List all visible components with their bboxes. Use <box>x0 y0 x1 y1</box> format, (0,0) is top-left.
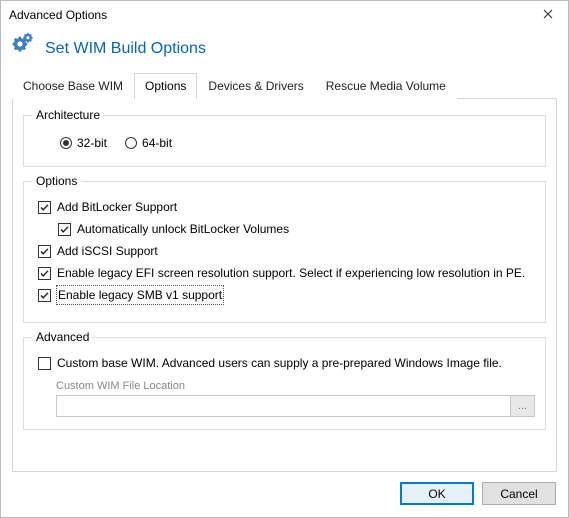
group-label-architecture: Architecture <box>32 108 104 122</box>
group-architecture: Architecture 32-bit 64-bit <box>23 115 546 167</box>
group-label-options: Options <box>32 174 81 188</box>
group-options: Options Add BitLocker Support Automatica… <box>23 181 546 323</box>
window-title: Advanced Options <box>9 8 528 22</box>
ok-button[interactable]: OK <box>400 482 474 505</box>
radio-label: 32-bit <box>77 136 107 150</box>
dialog-window: Advanced Options Set WIM Build Options C… <box>0 0 569 518</box>
checkbox-label: Enable legacy EFI screen resolution supp… <box>57 264 525 282</box>
checkbox-icon <box>38 357 51 370</box>
custom-wim-location-input[interactable] <box>56 395 511 417</box>
checkbox-label: Automatically unlock BitLocker Volumes <box>77 220 289 238</box>
checkbox-custom-base-wim[interactable]: Custom base WIM. Advanced users can supp… <box>34 352 535 374</box>
checkbox-bitlocker[interactable]: Add BitLocker Support <box>34 196 535 218</box>
checkbox-label: Add iSCSI Support <box>57 242 158 260</box>
ellipsis-icon: ... <box>518 400 527 412</box>
checkbox-label: Enable legacy SMB v1 support <box>57 286 223 304</box>
tab-choose-base-wim[interactable]: Choose Base WIM <box>12 73 134 99</box>
dialog-header: Set WIM Build Options <box>1 29 568 72</box>
cancel-button[interactable]: Cancel <box>482 482 556 505</box>
tab-rescue-media-volume[interactable]: Rescue Media Volume <box>315 73 457 99</box>
radio-label: 64-bit <box>142 136 172 150</box>
group-label-advanced: Advanced <box>32 330 93 344</box>
radio-64bit[interactable]: 64-bit <box>125 136 172 150</box>
tab-options[interactable]: Options <box>134 73 197 99</box>
tab-devices-drivers[interactable]: Devices & Drivers <box>197 73 314 99</box>
checkbox-legacy-smb[interactable]: Enable legacy SMB v1 support <box>34 284 535 306</box>
architecture-radio-row: 32-bit 64-bit <box>34 130 535 156</box>
radio-32bit[interactable]: 32-bit <box>60 136 107 150</box>
checkbox-icon <box>38 289 51 302</box>
checkbox-legacy-efi[interactable]: Enable legacy EFI screen resolution supp… <box>34 262 535 284</box>
close-button[interactable] <box>528 1 568 29</box>
checkbox-icon <box>58 223 71 236</box>
close-icon <box>543 8 553 22</box>
dialog-heading: Set WIM Build Options <box>45 40 206 58</box>
browse-button[interactable]: ... <box>511 395 535 417</box>
custom-wim-location-label: Custom WIM File Location <box>34 374 535 395</box>
checkbox-icon <box>38 201 51 214</box>
gears-icon <box>11 33 37 64</box>
dialog-footer: OK Cancel <box>1 472 568 517</box>
titlebar: Advanced Options <box>1 1 568 29</box>
radio-icon <box>60 137 72 149</box>
group-advanced: Advanced Custom base WIM. Advanced users… <box>23 337 546 430</box>
checkbox-label: Custom base WIM. Advanced users can supp… <box>57 354 502 372</box>
tab-panel-options: Architecture 32-bit 64-bit Options Add B… <box>12 99 557 472</box>
checkbox-label: Add BitLocker Support <box>57 198 177 216</box>
checkbox-icon <box>38 245 51 258</box>
checkbox-bitlocker-auto[interactable]: Automatically unlock BitLocker Volumes <box>34 218 535 240</box>
checkbox-iscsi[interactable]: Add iSCSI Support <box>34 240 535 262</box>
radio-icon <box>125 137 137 149</box>
checkbox-icon <box>38 267 51 280</box>
tab-strip: Choose Base WIM Options Devices & Driver… <box>12 72 557 99</box>
custom-wim-location-row: ... <box>34 395 535 417</box>
